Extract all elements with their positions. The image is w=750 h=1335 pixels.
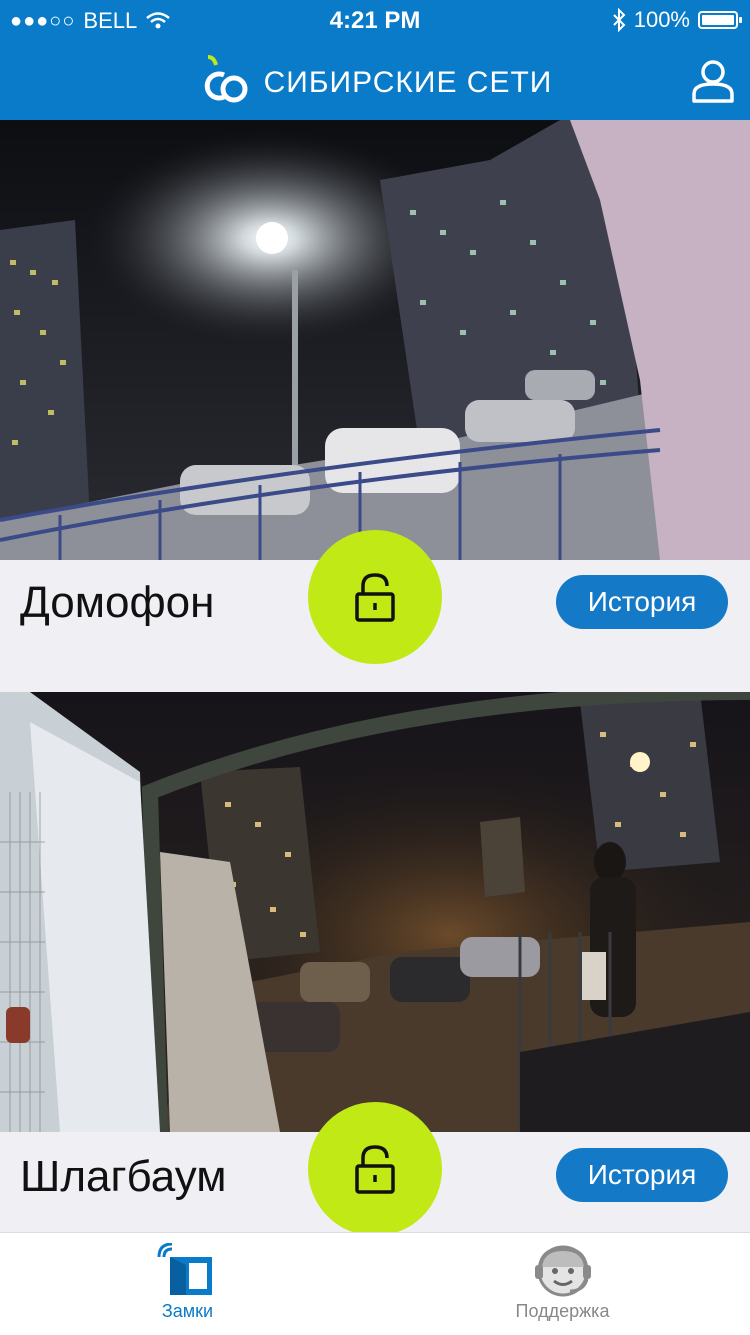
battery-icon — [698, 11, 742, 29]
lock-title: Домофон — [20, 578, 215, 627]
brand-logo: СИБИРСКИЕ СЕТИ — [0, 48, 750, 118]
app-header: ●●●○○ BELL 4:21 PM 100% СИБИРСКИЕ СЕТИ — [0, 0, 750, 120]
profile-button[interactable] — [690, 58, 736, 104]
tab-label: Поддержка — [515, 1301, 610, 1321]
bluetooth-icon — [613, 8, 626, 32]
user-profile-icon — [692, 60, 734, 103]
battery-percent: 100% — [633, 7, 690, 32]
history-button[interactable]: История — [556, 1148, 728, 1202]
camera-feed-intercom[interactable] — [0, 120, 750, 560]
unlock-button[interactable] — [308, 530, 442, 664]
lock-card-barrier: Шлагбаум История — [0, 692, 750, 1236]
camera-image — [0, 692, 750, 1132]
unlock-icon — [355, 573, 395, 622]
unlock-button[interactable] — [308, 1102, 442, 1236]
locks-door-icon — [157, 1243, 212, 1295]
lock-card-intercom: Домофон История — [0, 120, 750, 692]
brand-name: СИБИРСКИЕ СЕТИ — [263, 66, 553, 99]
tab-support[interactable]: Поддержка — [375, 1233, 750, 1335]
lock-title: Шлагбаум — [20, 1152, 227, 1201]
history-button[interactable]: История — [556, 575, 728, 629]
brand-logo-icon — [204, 55, 248, 103]
camera-image — [0, 120, 750, 560]
tab-locks[interactable]: Замки — [0, 1233, 375, 1335]
unlock-icon — [355, 1145, 395, 1194]
status-bar: ●●●○○ BELL 4:21 PM 100% — [0, 0, 750, 40]
support-operator-icon — [534, 1245, 591, 1297]
camera-feed-barrier[interactable] — [0, 692, 750, 1132]
tab-bar: Замки Поддержка — [0, 1232, 750, 1335]
tab-label: Замки — [161, 1301, 214, 1321]
